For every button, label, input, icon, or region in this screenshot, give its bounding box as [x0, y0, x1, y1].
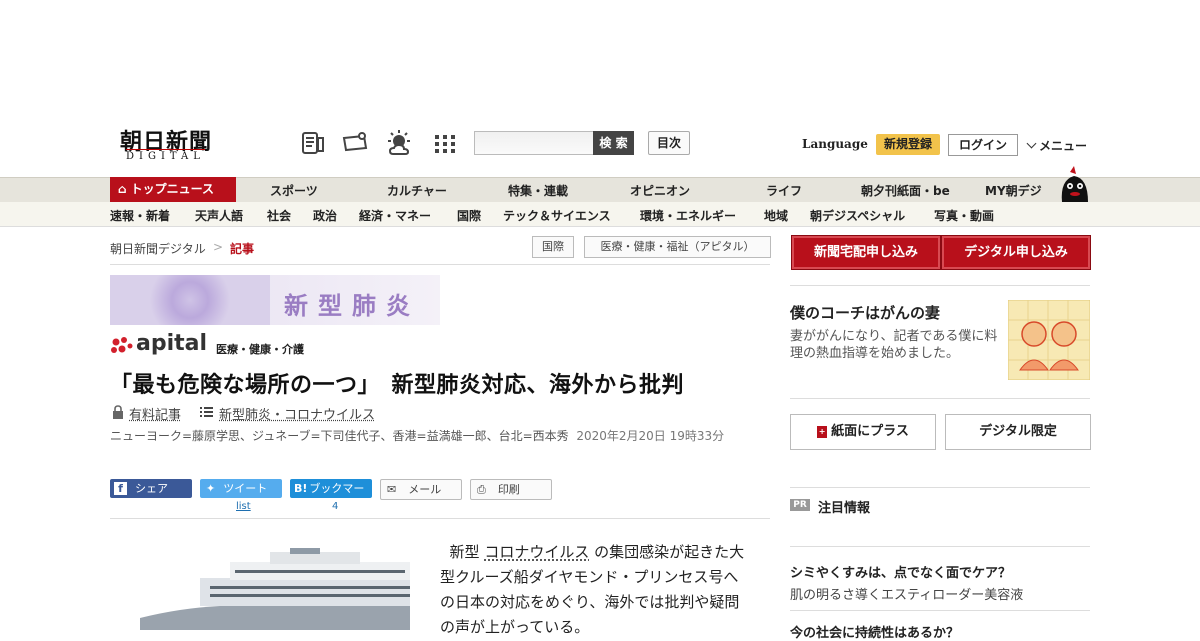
- search-button[interactable]: 検 索: [593, 131, 634, 155]
- digital-limited-button[interactable]: デジタル限定: [945, 414, 1091, 450]
- nav-opinion[interactable]: オピニオン: [630, 182, 690, 199]
- article-body: 新型 コロナウイルス の集団感染が起きた大型クルーズ船ダイヤモンド・プリンセス号…: [440, 540, 750, 640]
- article-headline: 「最も危険な場所の一つ」 新型肺炎対応、海外から批判: [110, 367, 684, 399]
- nav-society[interactable]: 社会: [267, 207, 291, 224]
- facebook-icon: f: [114, 482, 127, 495]
- nav-top-news[interactable]: ⌂ トップニュース: [110, 177, 236, 202]
- nav-breaking[interactable]: 速報・新着: [110, 207, 170, 224]
- coronavirus-link[interactable]: コロナウイルス: [484, 543, 589, 561]
- nav-politics[interactable]: 政治: [313, 207, 337, 224]
- banner-text: 新型肺炎: [284, 286, 420, 321]
- pr-section-title: 注目情報: [818, 497, 870, 516]
- index-button[interactable]: 目次: [648, 131, 690, 155]
- newspaper-subscribe-button[interactable]: 新聞宅配申し込み: [791, 235, 941, 270]
- ticket-icon[interactable]: [342, 130, 368, 156]
- hatena-bookmark-button[interactable]: B! ブックマーク: [290, 479, 372, 498]
- series-link[interactable]: 新型肺炎・コロナウイルス: [219, 404, 375, 423]
- divider: [790, 546, 1090, 547]
- twitter-icon: ✦: [206, 479, 215, 498]
- print-icon: ⎙: [477, 483, 486, 496]
- mail-label: メール: [408, 483, 441, 496]
- twitter-share-button[interactable]: ✦ ツイート: [200, 479, 282, 498]
- breadcrumb-home[interactable]: 朝日新聞デジタル: [110, 240, 206, 257]
- grid-menu-icon[interactable]: [432, 130, 458, 156]
- breadcrumb-current: 記事: [230, 240, 254, 257]
- divider: [110, 518, 770, 519]
- nav-special[interactable]: 朝デジスペシャル: [810, 207, 905, 224]
- language-link[interactable]: Language: [802, 137, 868, 151]
- pr-badge: PR: [790, 499, 810, 511]
- home-icon: ⌂: [118, 177, 127, 202]
- login-button[interactable]: ログイン: [948, 134, 1018, 156]
- divider: [790, 610, 1090, 611]
- nav-tenseijingo[interactable]: 天声人語: [195, 207, 243, 224]
- mail-icon: ✉: [387, 483, 396, 496]
- tag-apital[interactable]: 医療・健康・福祉（アピタル）: [584, 236, 771, 258]
- nav-sports[interactable]: スポーツ: [270, 182, 318, 199]
- paid-article-label[interactable]: 有料記事: [129, 404, 181, 423]
- divider: [790, 487, 1090, 488]
- print-button[interactable]: ⎙ 印刷: [470, 479, 552, 500]
- nav-environment[interactable]: 環境・エネルギー: [640, 207, 736, 224]
- print-label: 印刷: [498, 483, 520, 496]
- nav-top-news-label: トップニュース: [131, 182, 214, 196]
- timestamp: 2020年2月20日 19時33分: [576, 429, 724, 443]
- promo-title[interactable]: 僕のコーチはがんの妻: [790, 302, 940, 323]
- nav-photo-video[interactable]: 写真・動画: [934, 207, 994, 224]
- nav-economy[interactable]: 経済・マネー: [359, 207, 431, 224]
- ad-title-2[interactable]: 今の社会に持続性はあるか？: [790, 622, 959, 641]
- nav-region[interactable]: 地域: [764, 207, 788, 224]
- menu-button[interactable]: メニュー: [1026, 137, 1087, 154]
- facebook-share-label: シェア: [135, 482, 168, 495]
- nav-my-asadigi[interactable]: MY朝デジ: [985, 182, 1042, 199]
- chevron-down-icon: [1027, 139, 1037, 149]
- nav-features[interactable]: 特集・連載: [508, 182, 568, 199]
- nav-newspaper[interactable]: 朝夕刊紙面・be: [861, 182, 950, 199]
- mascot-icon: [1056, 166, 1092, 202]
- nav-culture[interactable]: カルチャー: [387, 182, 447, 199]
- newspaper-icon[interactable]: [300, 130, 326, 156]
- promo-illustration[interactable]: [1008, 300, 1090, 380]
- nav-tech[interactable]: テック＆サイエンス: [503, 207, 611, 224]
- paper-plus-button[interactable]: + 紙面にプラス: [790, 414, 936, 450]
- logo-sub: DIGITAL: [126, 149, 205, 162]
- nav-life[interactable]: ライフ: [766, 182, 802, 199]
- paper-plus-icon: +: [817, 426, 827, 438]
- nav-international[interactable]: 国際: [457, 207, 481, 224]
- signup-button[interactable]: 新規登録: [876, 134, 940, 155]
- menu-label: メニュー: [1039, 139, 1087, 153]
- divider: [790, 285, 1090, 286]
- tag-international[interactable]: 国際: [532, 236, 574, 258]
- ad-title[interactable]: シミやくすみは、点でなく面でケア？: [790, 562, 1011, 581]
- digital-subscribe-button[interactable]: デジタル申し込み: [941, 235, 1091, 270]
- twitter-share-label: ツイート: [223, 482, 267, 495]
- apital-logo[interactable]: apital: [136, 331, 207, 356]
- virus-image: [110, 275, 270, 325]
- twitter-count[interactable]: list: [236, 501, 251, 512]
- byline: ニューヨーク=藤原学思、ジュネーブ=下司佳代子、香港=益満雄一郎、台北=西本秀 …: [110, 428, 770, 445]
- search-input[interactable]: [474, 131, 593, 155]
- apital-logo-icon: [110, 336, 134, 356]
- lock-icon: [112, 405, 124, 419]
- hatena-count[interactable]: 4: [332, 501, 338, 512]
- author-names: ニューヨーク=藤原学思、ジュネーブ=下司佳代子、香港=益満雄一郎、台北=西本秀: [110, 429, 569, 443]
- breadcrumb-separator: >: [213, 240, 223, 254]
- divider: [110, 264, 770, 265]
- paper-plus-label: 紙面にプラス: [831, 424, 909, 439]
- weather-icon[interactable]: [386, 130, 412, 156]
- body-lead: 新型: [450, 543, 480, 561]
- list-icon: [200, 406, 213, 418]
- apital-subtitle: 医療・健康・介護: [216, 341, 304, 357]
- mail-button[interactable]: ✉ メール: [380, 479, 462, 500]
- divider: [790, 398, 1090, 399]
- facebook-share-button[interactable]: f シェア: [110, 479, 192, 498]
- promo-description: 妻ががんになり、記者である僕に料理の熱血指導を始めました。: [790, 328, 1002, 362]
- ad-subtitle[interactable]: 肌の明るさ導くエスティローダー美容液: [790, 584, 1023, 603]
- hatena-icon: B!: [294, 482, 307, 495]
- cruise-ship-photo[interactable]: [140, 548, 410, 630]
